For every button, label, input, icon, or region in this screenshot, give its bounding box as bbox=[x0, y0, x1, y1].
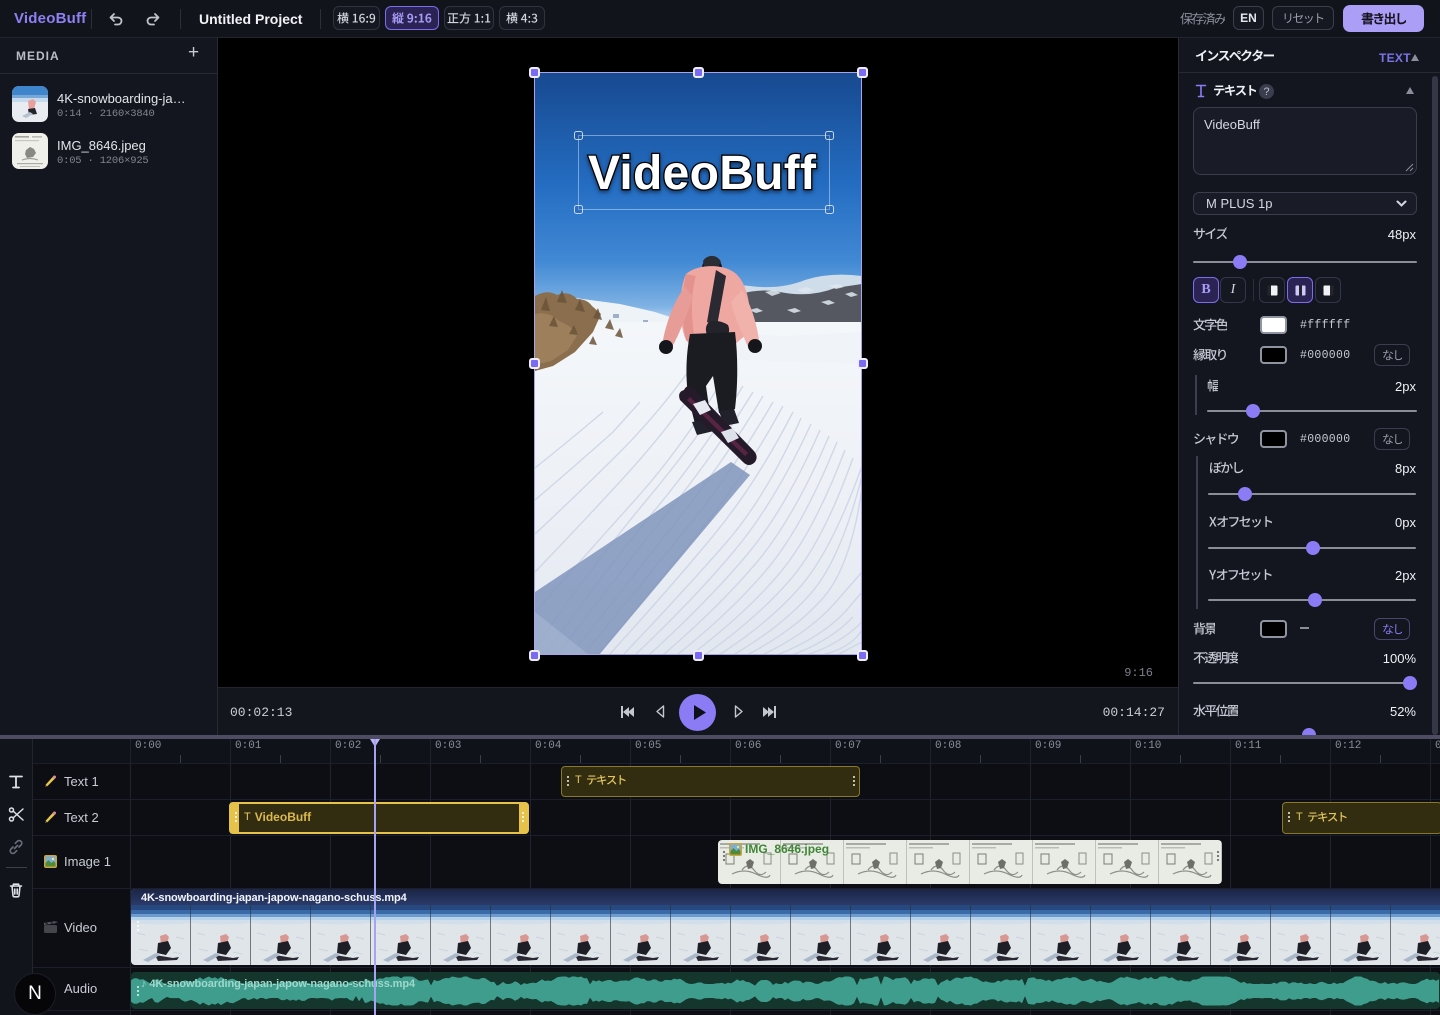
svg-text:4K-snowboarding-japan-japow-na: 4K-snowboarding-japan-japow-nagano-schus… bbox=[141, 892, 408, 904]
